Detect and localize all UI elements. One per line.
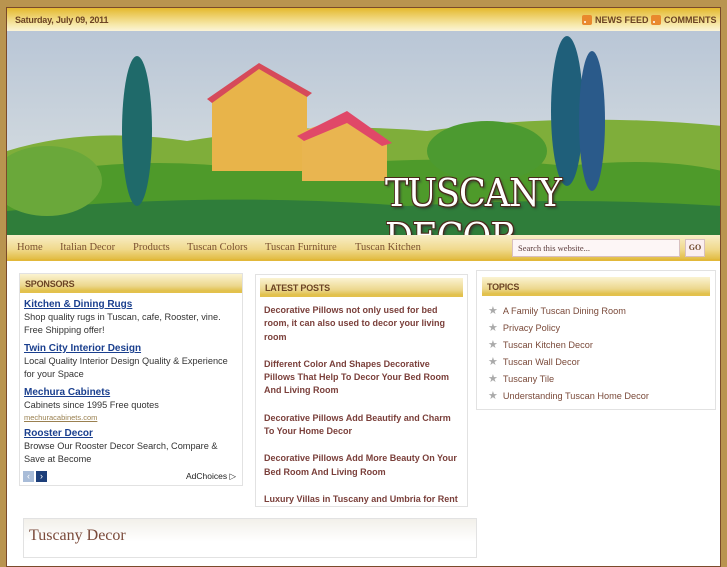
top-bar: Saturday, July 09, 2011 NEWS FEED COMMEN… (7, 8, 720, 31)
nav-italian-decor[interactable]: Italian Decor (60, 242, 115, 253)
topic-link[interactable]: ★ Tuscany Tile (488, 370, 710, 387)
ad-desc: Shop quality rugs in Tuscan, cafe, Roost… (24, 312, 221, 335)
star-icon: ★ (488, 339, 498, 351)
ad-desc: Browse Our Rooster Decor Search, Compare… (24, 441, 218, 464)
nav-home[interactable]: Home (17, 242, 43, 253)
ad-item[interactable]: Twin City Interior Design Local Quality I… (20, 343, 242, 381)
header-banner[interactable]: TUSCANY DECOR (7, 31, 720, 235)
topic-label: Tuscan Kitchen Decor (502, 339, 593, 350)
nav-products[interactable]: Products (133, 242, 170, 253)
adchoices-link[interactable]: AdChoices ▷ (186, 471, 236, 482)
ad-title[interactable]: Rooster Decor (24, 428, 238, 439)
date-text: Saturday, July 09, 2011 (15, 15, 109, 25)
topics-widget: TOPICS ★ A Family Tuscan Dining Room ★ Pri… (476, 270, 716, 410)
topic-link[interactable]: ★ A Family Tuscan Dining Room (488, 302, 710, 319)
ad-title[interactable]: Kitchen & Dining Rugs (24, 299, 238, 310)
latest-posts-widget: LATEST POSTS Decorative Pillows not only… (255, 274, 468, 507)
post-link[interactable]: Decorative Pillows not only used for bed… (264, 304, 459, 344)
post-link[interactable]: Luxury Villas in Tuscany and Umbria for … (264, 493, 459, 506)
ad-title[interactable]: Mechura Cabinets (24, 387, 238, 398)
topics-heading: TOPICS (482, 277, 710, 296)
ad-item[interactable]: Mechura Cabinets Cabinets since 1995 Free… (20, 387, 242, 422)
comments-label: COMMENTS (664, 15, 717, 25)
topic-link[interactable]: ★ Privacy Policy (488, 319, 710, 336)
star-icon: ★ (488, 305, 498, 317)
ad-desc: Local Quality Interior Design Quality & … (24, 356, 228, 379)
ad-url[interactable]: mechuracabinets.com (24, 413, 97, 422)
post-link[interactable]: Different Color And Shapes Decorative Pi… (264, 358, 459, 398)
adchoices-icon: ▷ (229, 471, 236, 481)
nav-tuscan-furniture[interactable]: Tuscan Furniture (265, 242, 337, 253)
rss-icon (582, 15, 592, 25)
main-nav: Home Italian Decor Products Tuscan Color… (7, 235, 720, 261)
topic-label: Tuscany Tile (502, 373, 555, 384)
search-go-button[interactable]: GO (685, 239, 705, 257)
star-icon: ★ (488, 356, 498, 368)
ad-item[interactable]: Rooster Decor Browse Our Rooster Decor Se… (20, 428, 242, 466)
topic-label: Tuscan Wall Decor (502, 356, 580, 367)
search-input[interactable]: Search this website... (512, 239, 680, 257)
comments-feed-link[interactable]: COMMENTS (651, 15, 717, 25)
site-title[interactable]: TUSCANY DECOR (385, 171, 693, 235)
ad-title[interactable]: Twin City Interior Design (24, 343, 238, 354)
bottom-post-title[interactable]: Tuscany Decor (29, 527, 471, 545)
topic-link[interactable]: ★ Tuscan Wall Decor (488, 353, 710, 370)
news-feed-label: NEWS FEED (595, 15, 649, 25)
topic-label: A Family Tuscan Dining Room (502, 305, 626, 316)
latest-posts-heading: LATEST POSTS (260, 278, 463, 297)
sponsors-widget: SPONSORS Kitchen & Dining Rugs Shop quali… (19, 273, 243, 486)
star-icon: ★ (488, 322, 498, 334)
adchoices-label: AdChoices (185, 471, 228, 481)
post-link[interactable]: Decorative Pillows Add More Beauty On Yo… (264, 452, 459, 479)
next-ad-button[interactable]: › (36, 471, 47, 482)
prev-ad-button[interactable]: ‹ (23, 471, 34, 482)
sponsors-heading: SPONSORS (20, 274, 242, 293)
topic-label: Understanding Tuscan Home Decor (502, 390, 649, 401)
ad-desc: Cabinets since 1995 Free quotes (24, 400, 159, 410)
news-feed-link[interactable]: NEWS FEED (582, 15, 649, 25)
star-icon: ★ (488, 373, 498, 385)
post-link[interactable]: Decorative Pillows Add Beautify and Char… (264, 412, 459, 439)
topic-label: Privacy Policy (502, 322, 561, 333)
page-frame: Saturday, July 09, 2011 NEWS FEED COMMEN… (6, 7, 721, 567)
topic-link[interactable]: ★ Tuscan Kitchen Decor (488, 336, 710, 353)
star-icon: ★ (488, 390, 498, 402)
rss-icon (651, 15, 661, 25)
nav-tuscan-kitchen[interactable]: Tuscan Kitchen (355, 242, 421, 253)
topic-link[interactable]: ★ Understanding Tuscan Home Decor (488, 387, 710, 404)
nav-tuscan-colors[interactable]: Tuscan Colors (187, 242, 248, 253)
bottom-post-box: Tuscany Decor (23, 518, 477, 558)
ad-item[interactable]: Kitchen & Dining Rugs Shop quality rugs i… (20, 299, 242, 337)
